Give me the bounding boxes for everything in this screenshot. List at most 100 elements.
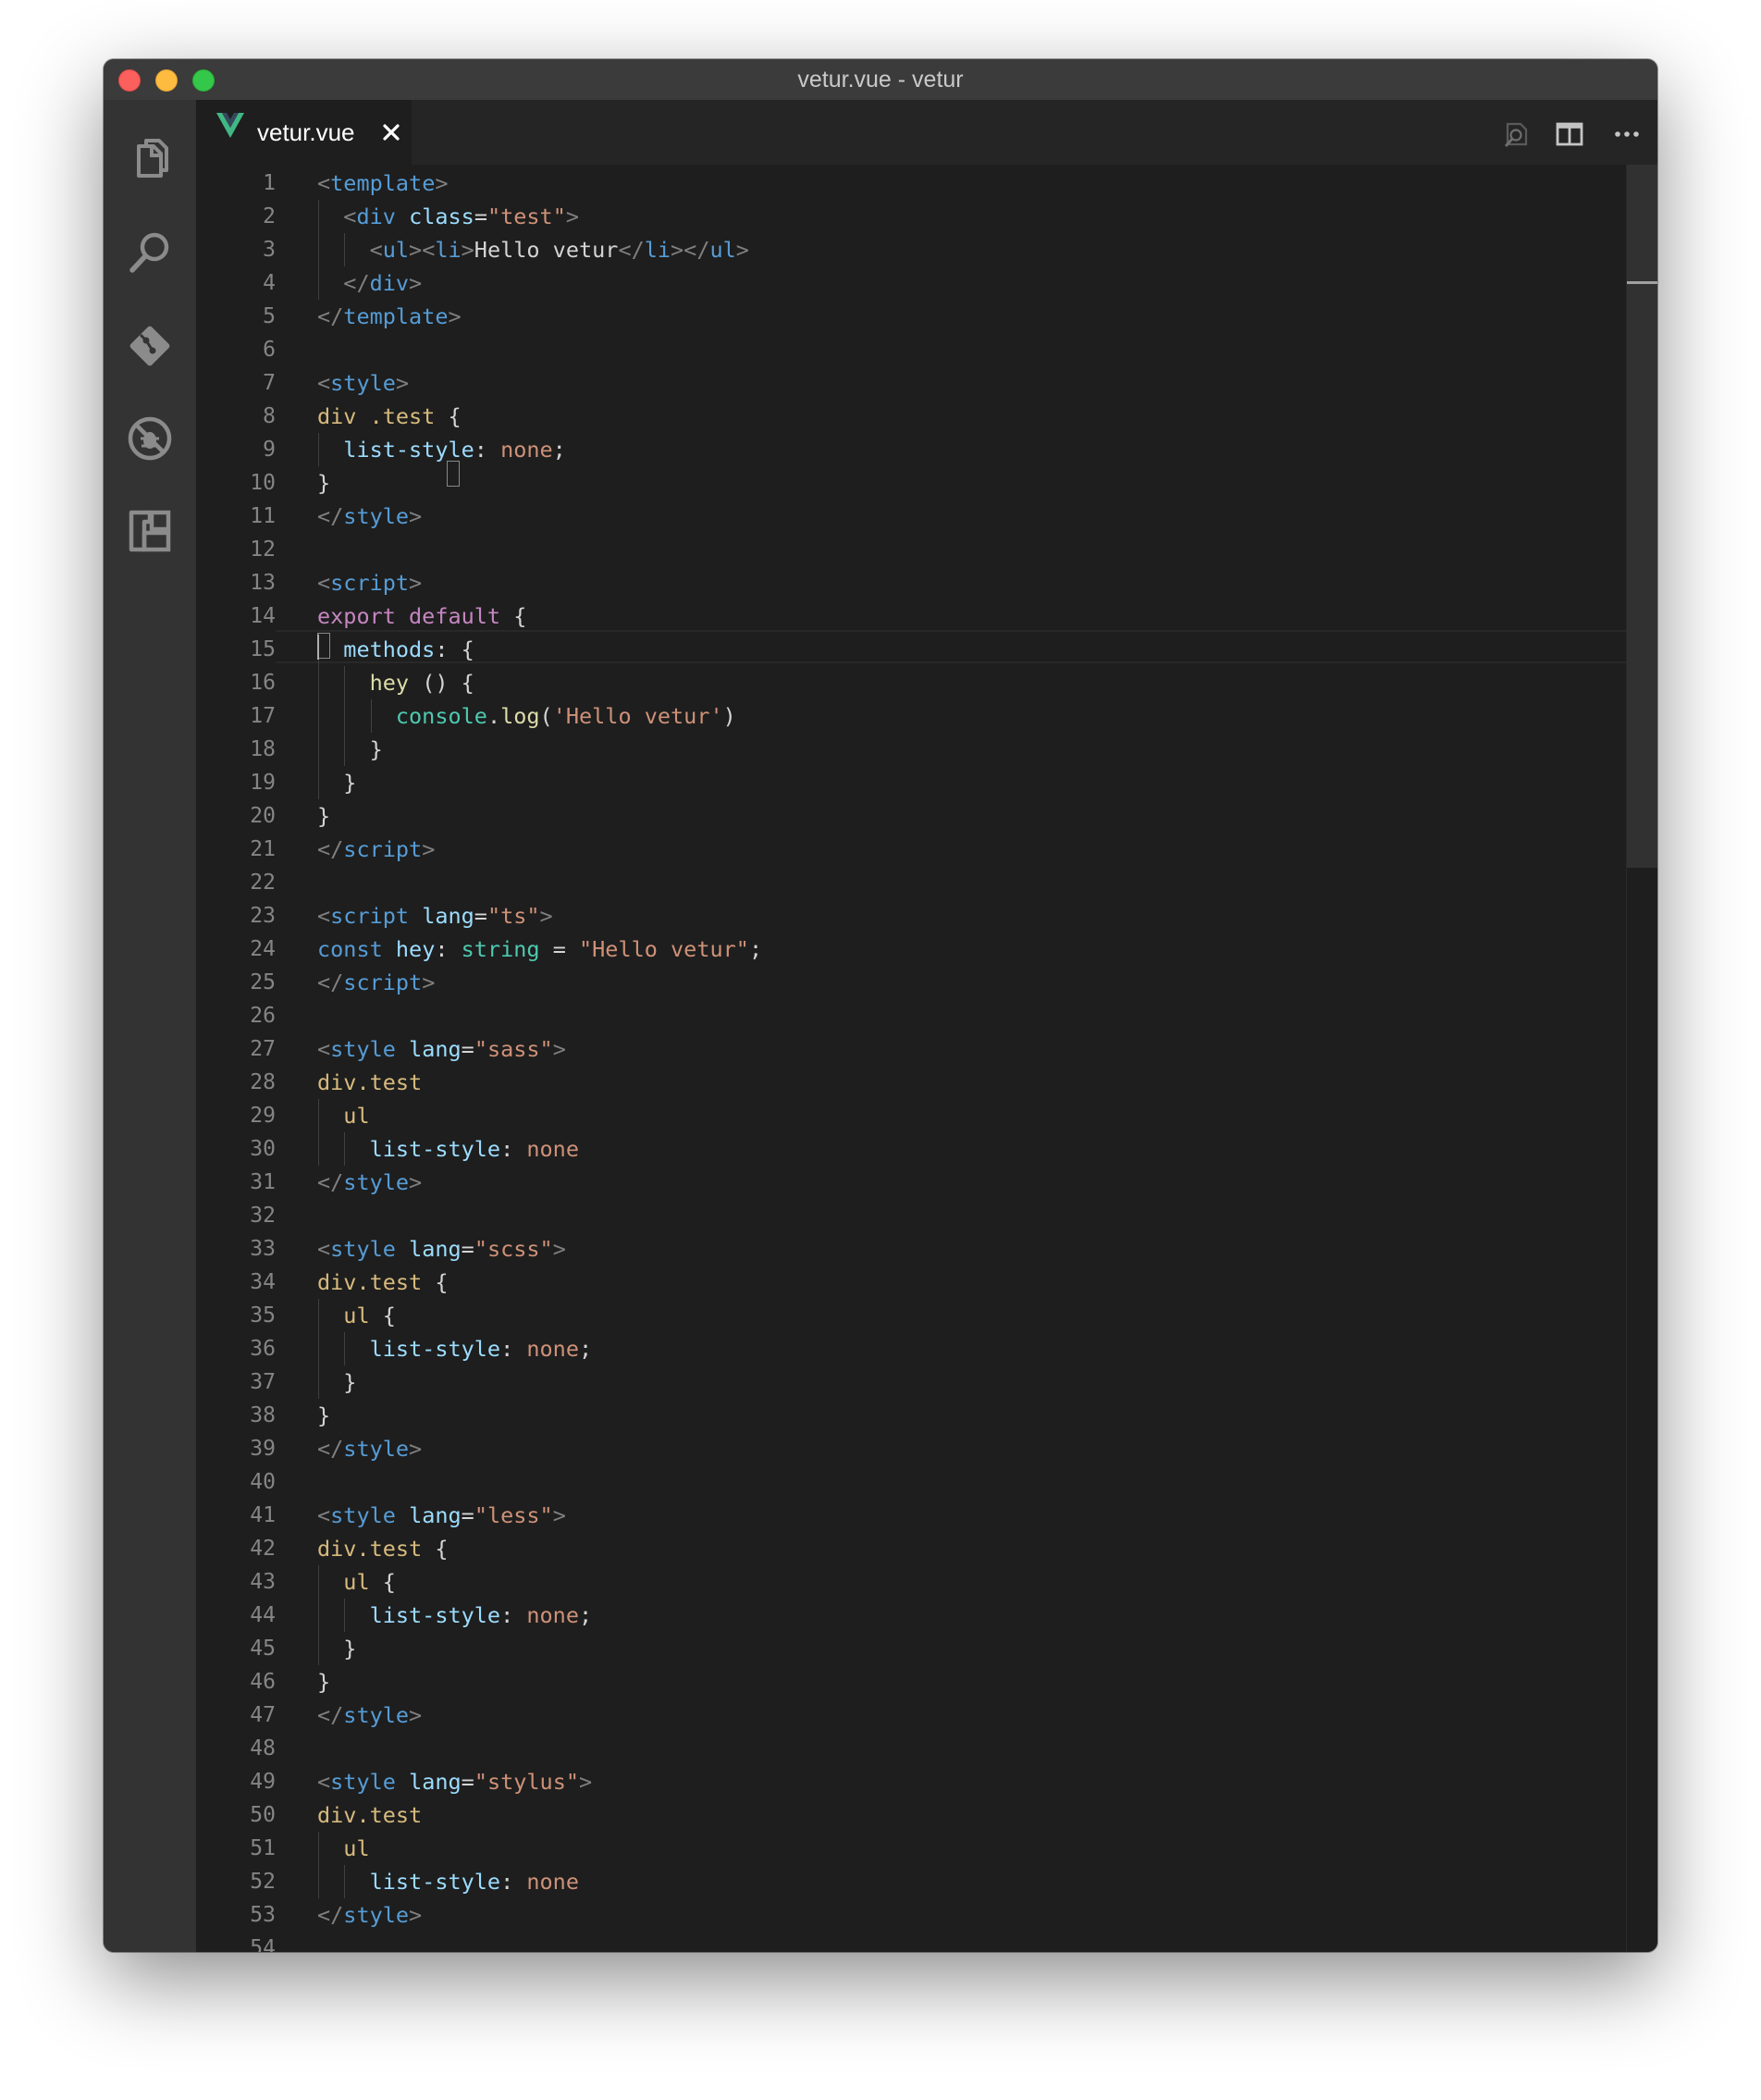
code-line[interactable]: </style> bbox=[317, 1699, 422, 1732]
code-token: ul bbox=[343, 1103, 370, 1129]
code-token: : { bbox=[435, 636, 474, 662]
code-editor[interactable]: 1 2 3 4 5 6 7 8 9 10 11 12 13 14 15 16 17 18 19 20 21 22 23 24 2… bbox=[196, 165, 1657, 1952]
close-tab-icon[interactable] bbox=[379, 120, 403, 144]
line-number: 17 bbox=[250, 704, 276, 728]
code-token: < bbox=[343, 204, 357, 229]
code-line[interactable]: list-style: none; bbox=[317, 1599, 593, 1632]
code-line[interactable]: div.test { bbox=[317, 1532, 448, 1565]
code-token: none bbox=[526, 1336, 579, 1362]
line-number: 28 bbox=[250, 1070, 276, 1094]
scrollbar-thumb[interactable] bbox=[1627, 165, 1657, 868]
code-line[interactable]: ul { bbox=[317, 1299, 396, 1332]
code-token: } bbox=[343, 770, 357, 796]
line-number: 43 bbox=[250, 1570, 276, 1594]
code-line[interactable]: <script> bbox=[317, 566, 422, 599]
code-line[interactable]: </style> bbox=[317, 1898, 422, 1932]
code-line[interactable]: <style lang="stylus"> bbox=[317, 1765, 592, 1798]
explorer-icon[interactable] bbox=[124, 135, 176, 187]
extensions-icon[interactable] bbox=[124, 505, 176, 557]
vertical-scrollbar[interactable] bbox=[1626, 165, 1657, 1952]
search-icon[interactable] bbox=[124, 228, 176, 279]
code-token: "less" bbox=[474, 1502, 553, 1528]
code-token: style bbox=[343, 1702, 410, 1728]
line-number: 51 bbox=[250, 1836, 276, 1860]
vue-icon bbox=[216, 113, 244, 138]
bracket-match-open bbox=[447, 461, 460, 487]
code-line[interactable]: const hey: string = "Hello vetur"; bbox=[317, 933, 762, 966]
code-line[interactable]: <style lang="scss"> bbox=[317, 1232, 566, 1266]
code-token: > bbox=[448, 303, 462, 329]
code-line[interactable]: } bbox=[317, 1665, 330, 1699]
code-line[interactable]: list-style: none; bbox=[317, 1332, 593, 1365]
open-preview-icon[interactable] bbox=[1500, 118, 1532, 150]
code-token: list-style bbox=[369, 1336, 501, 1362]
line-number: 13 bbox=[250, 571, 276, 595]
code-token: ul bbox=[382, 237, 410, 263]
more-actions-icon[interactable] bbox=[1611, 118, 1643, 150]
code-line[interactable]: <template> bbox=[317, 167, 449, 200]
code-line[interactable]: </template> bbox=[317, 300, 462, 333]
code-line[interactable]: } bbox=[317, 466, 330, 500]
code-line[interactable]: </style> bbox=[317, 500, 422, 533]
code-line[interactable]: list-style: none; bbox=[317, 433, 566, 466]
code-line[interactable]: console.log('Hello vetur') bbox=[317, 699, 736, 733]
line-number: 18 bbox=[250, 737, 276, 761]
tab-vetur-vue[interactable]: vetur.vue bbox=[196, 100, 412, 165]
line-number: 5 bbox=[263, 304, 276, 328]
code-line[interactable]: hey () { bbox=[317, 666, 474, 699]
code-line[interactable]: export default { bbox=[317, 599, 526, 633]
line-number: 33 bbox=[250, 1237, 276, 1261]
code-line[interactable]: </div> bbox=[317, 266, 422, 300]
code-line[interactable]: <ul><li>Hello vetur</li></ul> bbox=[317, 233, 749, 266]
debug-icon[interactable] bbox=[124, 413, 176, 464]
code-line[interactable]: <style lang="sass"> bbox=[317, 1032, 566, 1066]
code-token: . bbox=[486, 703, 501, 729]
code-line[interactable]: ul bbox=[317, 1832, 369, 1865]
code-token: lang bbox=[409, 1036, 462, 1062]
code-line[interactable]: <style lang="less"> bbox=[317, 1499, 566, 1532]
code-line[interactable]: } bbox=[317, 1399, 330, 1432]
code-line[interactable]: } bbox=[317, 733, 383, 766]
code-line[interactable]: list-style: none bbox=[317, 1132, 579, 1166]
code-token: script bbox=[343, 836, 423, 862]
code-line[interactable]: ul bbox=[317, 1099, 370, 1132]
code-line[interactable]: </style> bbox=[317, 1432, 422, 1465]
code-token: li bbox=[644, 237, 671, 263]
code-line[interactable]: } bbox=[317, 1365, 356, 1399]
code-line[interactable]: </script> bbox=[317, 966, 435, 999]
code-token: style bbox=[330, 370, 396, 396]
code-line[interactable]: div .test { bbox=[317, 400, 462, 433]
code-token: none bbox=[526, 1869, 579, 1895]
current-line-highlight bbox=[276, 630, 1626, 663]
code-line[interactable]: </style> bbox=[317, 1166, 422, 1199]
code-line[interactable]: } bbox=[317, 799, 330, 833]
line-number: 14 bbox=[250, 604, 276, 628]
code-line[interactable]: div.test { bbox=[317, 1266, 448, 1299]
source-control-icon[interactable] bbox=[124, 320, 176, 372]
code-line[interactable]: <script lang="ts"> bbox=[317, 899, 553, 933]
code-line[interactable]: <style> bbox=[317, 366, 409, 400]
code-line[interactable]: div.test bbox=[317, 1798, 422, 1832]
code-token: "Hello vetur" bbox=[579, 936, 749, 962]
code-line[interactable]: div.test bbox=[317, 1066, 422, 1099]
line-number: 40 bbox=[250, 1470, 276, 1494]
editor-window: vetur.vue - vetur vetur.vue 1 2 3 4 5 6 … bbox=[104, 59, 1657, 1952]
code-token: } bbox=[343, 1369, 357, 1395]
code-line[interactable]: } bbox=[317, 766, 356, 799]
code-line[interactable]: </script> bbox=[317, 833, 435, 866]
code-line[interactable]: } bbox=[317, 1632, 356, 1665]
code-line[interactable]: list-style: none bbox=[317, 1865, 579, 1898]
code-line[interactable]: methods: { bbox=[317, 633, 474, 666]
code-token: script bbox=[343, 970, 423, 995]
code-token: list-style bbox=[369, 1869, 501, 1895]
code-token: () { bbox=[409, 670, 474, 696]
code-token: < bbox=[369, 237, 383, 263]
line-number: 45 bbox=[250, 1637, 276, 1661]
code-line[interactable]: ul { bbox=[317, 1565, 396, 1599]
code-line[interactable]: <div class="test"> bbox=[317, 200, 579, 233]
split-editor-icon[interactable] bbox=[1554, 118, 1585, 150]
